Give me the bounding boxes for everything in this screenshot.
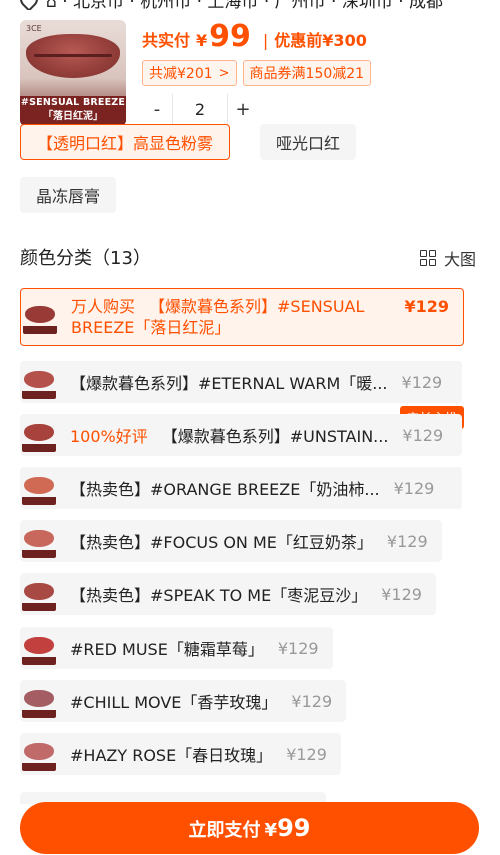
- price-currency: ¥: [196, 31, 208, 50]
- quantity-stepper: - 2 +: [142, 94, 258, 124]
- thumbnail-caption: #SENSUAL BREEZE 「落日红泥」: [20, 96, 126, 126]
- grid-icon: [419, 250, 436, 266]
- variety-jelly-balm[interactable]: 晶冻唇膏: [20, 177, 117, 213]
- pay-label: 立即支付: [188, 820, 261, 841]
- chevron-right-icon: >: [218, 65, 230, 81]
- color-option-name: 【爆款暮色系列】#UNSTAIN...: [161, 427, 389, 446]
- variety-label: 哑光口红: [276, 134, 341, 153]
- color-option-eternal-warm[interactable]: 【爆款暮色系列】#ETERNAL WARM「暖... ¥129: [20, 361, 462, 403]
- coupon-chip-label: 商品券满150减21: [249, 66, 365, 82]
- large-view-label: 大图: [443, 250, 476, 269]
- address-text: ⌂ · 北京市 · 杭州市 · 上海市 · 广州市 · 深圳市 · 成都: [46, 0, 444, 10]
- variety-label: 晶冻唇膏: [36, 187, 101, 206]
- color-option-price: ¥129: [393, 478, 435, 498]
- color-option-price: ¥129: [402, 425, 444, 445]
- color-option-price: ¥129: [386, 531, 428, 551]
- color-option-focus-on-me[interactable]: 【热卖色】#FOCUS ON ME「红豆奶茶」 ¥129: [20, 520, 442, 562]
- discount-chip-label: 共减¥201: [149, 66, 213, 82]
- color-option-tag: 万人购买: [71, 297, 136, 316]
- shade-swatch: [22, 524, 56, 558]
- price-value: 99: [209, 19, 251, 54]
- color-option-red-muse[interactable]: #RED MUSE「糖霜草莓」 ¥129: [20, 627, 333, 669]
- shade-swatch: [22, 365, 56, 399]
- shade-swatch: [22, 577, 56, 611]
- shade-swatch: [23, 300, 57, 334]
- quantity-field[interactable]: 2: [172, 94, 228, 124]
- discount-chip[interactable]: 共减¥201 >: [142, 60, 237, 86]
- color-option-price: ¥129: [401, 372, 443, 392]
- color-option-price: ¥129: [404, 297, 449, 316]
- address-bar[interactable]: ⌂ · 北京市 · 杭州市 · 上海市 · 广州市 · 深圳市 · 成都: [0, 0, 500, 10]
- shade-swatch: [22, 471, 56, 505]
- discount-chips: 共减¥201 > 商品券满150减21: [142, 60, 372, 86]
- color-option-label: 万人购买 【爆款暮色系列】#SENSUAL BREEZE「落日红泥」: [71, 296, 398, 338]
- color-option-price: ¥129: [277, 638, 319, 658]
- thumbnail-shade-code: #SENSUAL BREEZE: [20, 97, 126, 108]
- color-option-speak-to-me[interactable]: 【热卖色】#SPEAK TO ME「枣泥豆沙」 ¥129: [20, 573, 436, 615]
- price-label: 共实付: [142, 31, 191, 50]
- color-section-title: 颜色分类（13）: [20, 248, 151, 269]
- color-option-name: #RED MUSE「糖霜草莓」: [70, 640, 264, 659]
- color-option-unstain[interactable]: 100%好评 【爆款暮色系列】#UNSTAIN... ¥129: [20, 414, 462, 456]
- color-option-name: #HAZY ROSE「春日玫瑰」: [70, 746, 273, 765]
- decrease-button[interactable]: -: [142, 94, 172, 124]
- variety-label: 【透明口红】高显色粉雾: [37, 134, 214, 153]
- pay-now-button[interactable]: 立即支付 ¥ 99: [20, 802, 479, 854]
- price-summary: 共实付 ¥ 99 | 优惠前¥300: [142, 22, 367, 52]
- color-option-chill-move[interactable]: #CHILL MOVE「香芋玫瑰」 ¥129: [20, 680, 347, 722]
- color-option-name: #CHILL MOVE「香芋玫瑰」: [70, 693, 278, 712]
- pay-amount: 99: [277, 814, 311, 842]
- color-option-name: 【热卖色】#FOCUS ON ME「红豆奶茶」: [70, 533, 373, 552]
- location-pin-icon: [20, 0, 34, 8]
- color-option-sensual-breeze[interactable]: 万人购买 【爆款暮色系列】#SENSUAL BREEZE「落日红泥」 ¥129: [20, 288, 464, 346]
- shade-swatch: [22, 418, 56, 452]
- color-option-price: ¥129: [381, 584, 422, 604]
- color-option-price: ¥129: [286, 744, 327, 764]
- coupon-chip[interactable]: 商品券满150减21: [242, 60, 372, 86]
- lips-image: [26, 34, 120, 78]
- color-option-name: 【热卖色】#ORANGE BREEZE「奶油柿...: [70, 480, 380, 499]
- shade-swatch: [22, 737, 56, 771]
- product-thumbnail[interactable]: 3CE #SENSUAL BREEZE 「落日红泥」: [20, 20, 126, 126]
- brand-logo: 3CE: [26, 24, 42, 33]
- original-price: 优惠前¥300: [274, 31, 367, 50]
- color-option-hazy-rose[interactable]: #HAZY ROSE「春日玫瑰」 ¥129: [20, 733, 341, 775]
- thumbnail-shade-name: 「落日红泥」: [43, 111, 103, 122]
- color-option-label: 100%好评 【爆款暮色系列】#UNSTAIN...: [70, 423, 388, 447]
- variety-matte-lipstick[interactable]: 哑光口红: [260, 124, 357, 160]
- color-option-price: ¥129: [291, 691, 333, 711]
- variety-transparent-lipstick[interactable]: 【透明口红】高显色粉雾: [20, 124, 231, 160]
- color-option-orange-breeze[interactable]: 【热卖色】#ORANGE BREEZE「奶油柿... ¥129: [20, 467, 462, 509]
- large-view-toggle[interactable]: 大图: [419, 246, 476, 270]
- shade-swatch: [22, 631, 56, 665]
- color-option-name: 【热卖色】#SPEAK TO ME「枣泥豆沙」: [70, 586, 368, 605]
- shade-swatch: [22, 684, 56, 718]
- color-option-name: 【爆款暮色系列】#ETERNAL WARM「暖...: [70, 374, 388, 393]
- color-option-tag: 100%好评: [70, 427, 148, 446]
- pay-currency: ¥: [264, 820, 278, 841]
- price-separator: |: [262, 31, 269, 50]
- increase-button[interactable]: +: [228, 94, 258, 124]
